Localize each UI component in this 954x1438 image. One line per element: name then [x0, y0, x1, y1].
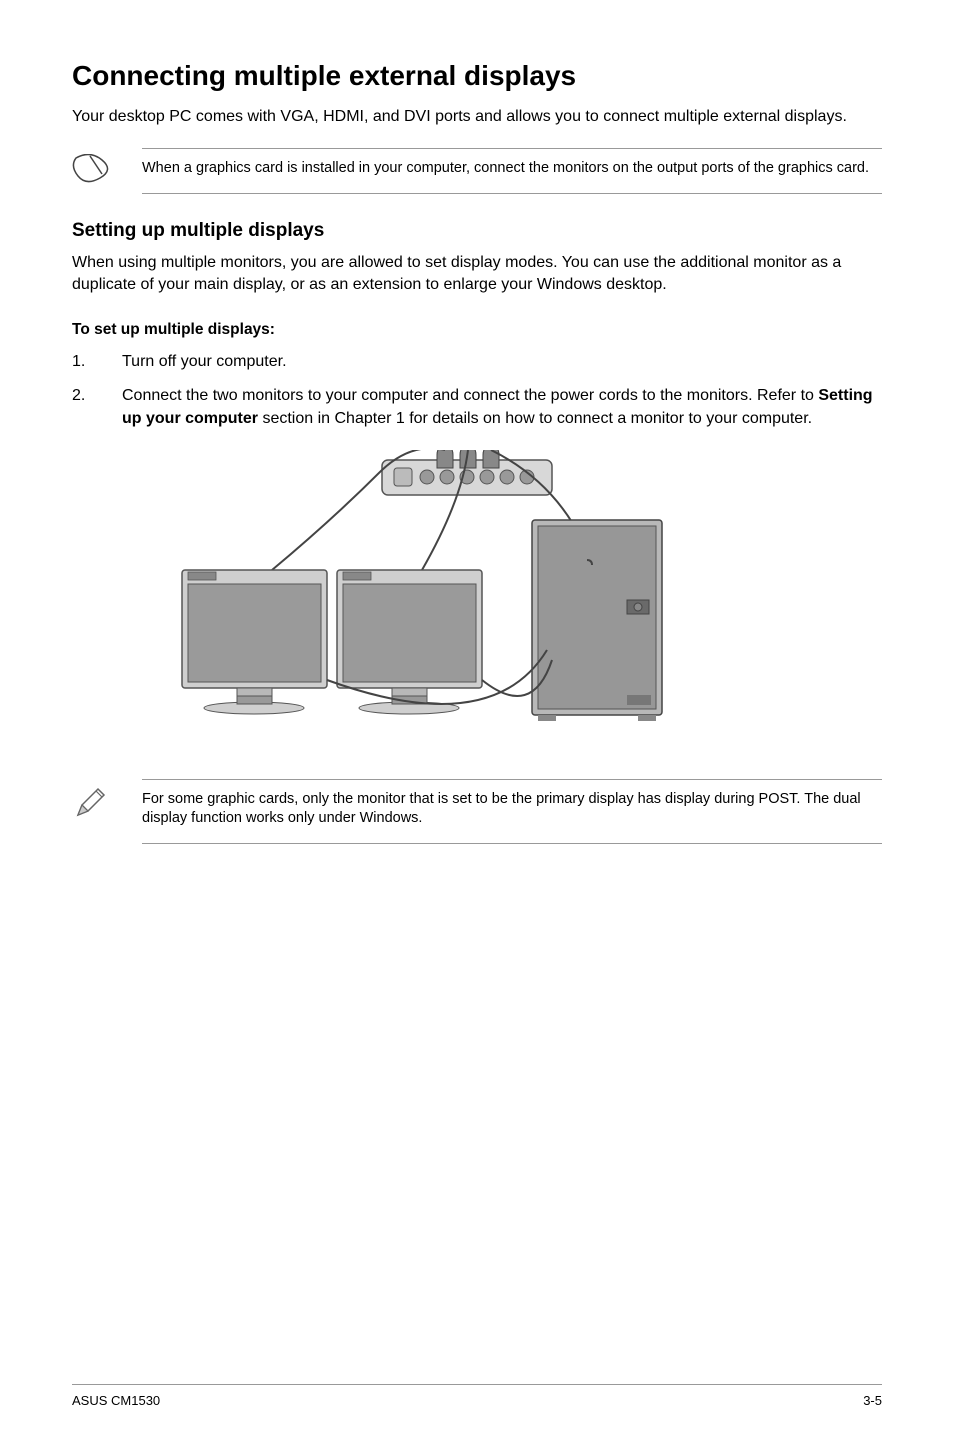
- intro-paragraph: Your desktop PC comes with VGA, HDMI, an…: [72, 106, 882, 128]
- warning-icon: [72, 154, 116, 184]
- warning-note-text: When a graphics card is installed in you…: [142, 148, 882, 194]
- footer-product: ASUS CM1530: [72, 1393, 160, 1408]
- footer-page-number: 3-5: [863, 1393, 882, 1408]
- procedure-heading: To set up multiple displays:: [72, 321, 882, 339]
- step-number: 1.: [72, 351, 92, 373]
- info-note-text: For some graphic cards, only the monitor…: [142, 779, 882, 844]
- section-heading: Setting up multiple displays: [72, 220, 882, 242]
- step-text: Connect the two monitors to your compute…: [122, 385, 882, 430]
- step-item: 2. Connect the two monitors to your comp…: [72, 385, 882, 430]
- section-paragraph: When using multiple monitors, you are al…: [72, 252, 882, 297]
- step-item: 1. Turn off your computer.: [72, 351, 882, 373]
- step-number: 2.: [72, 385, 92, 430]
- step-text: Turn off your computer.: [122, 351, 882, 373]
- page-footer: ASUS CM1530 3-5: [72, 1384, 882, 1408]
- warning-note-box: When a graphics card is installed in you…: [72, 148, 882, 194]
- page-title: Connecting multiple external displays: [72, 60, 882, 92]
- setup-illustration: [152, 450, 882, 755]
- pencil-icon: [72, 785, 108, 821]
- info-note-box: For some graphic cards, only the monitor…: [72, 779, 882, 844]
